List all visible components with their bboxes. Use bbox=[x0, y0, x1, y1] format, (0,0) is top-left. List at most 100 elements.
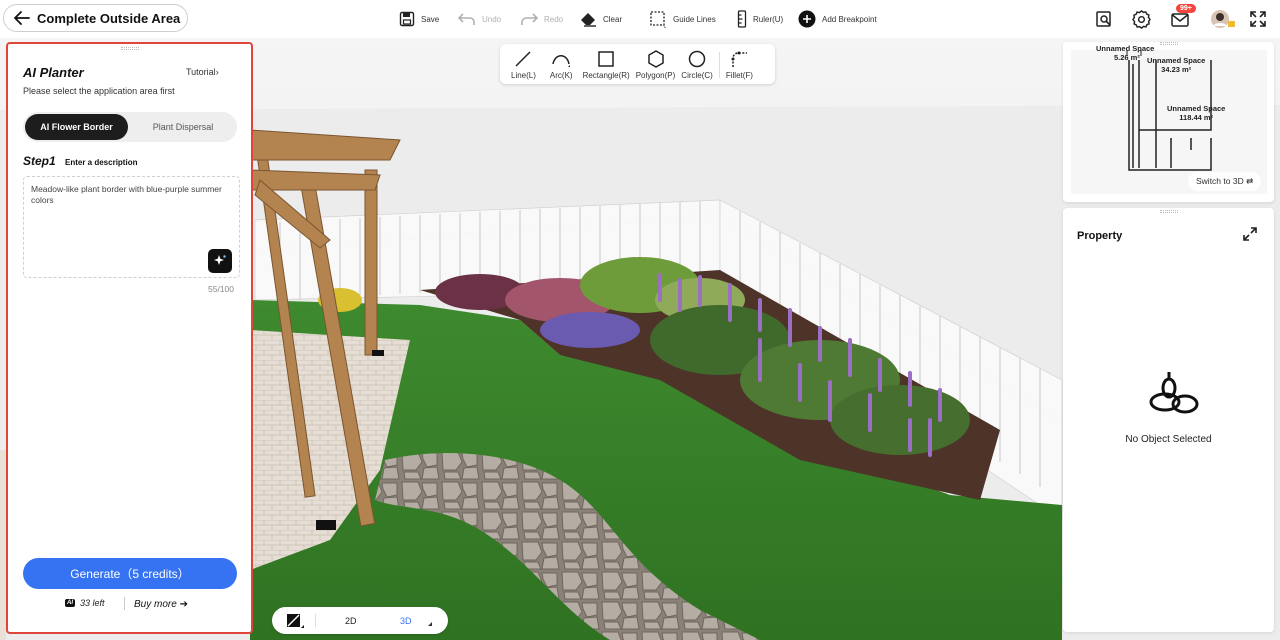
avatar-icon bbox=[1211, 10, 1235, 28]
property-title: Property bbox=[1077, 230, 1123, 242]
mail-icon bbox=[1171, 12, 1189, 27]
render-style-button[interactable] bbox=[286, 613, 304, 631]
add-circle-icon bbox=[798, 10, 816, 28]
minimap-grip[interactable] bbox=[1159, 42, 1178, 45]
space-label-1: Unnamed Space 5.26 m² bbox=[1096, 44, 1154, 62]
save-button[interactable]: Save bbox=[399, 9, 439, 29]
space-label-3: Unnamed Space 118.44 m² bbox=[1167, 104, 1225, 122]
rectangle-icon bbox=[598, 51, 614, 67]
panel-title: AI Planter bbox=[23, 65, 84, 80]
empty-state-illustration bbox=[1143, 366, 1203, 431]
line-tool-label: Line(L) bbox=[511, 71, 536, 80]
mode-toggle: AI Flower Border Plant Dispersal bbox=[23, 112, 237, 142]
credits-divider bbox=[124, 597, 125, 610]
guide-lines-button[interactable]: Guide Lines bbox=[649, 9, 716, 29]
expand-panel-button[interactable] bbox=[1243, 227, 1257, 246]
chevron-right-icon: › bbox=[215, 67, 219, 77]
view-divider bbox=[315, 614, 316, 627]
gear-icon bbox=[1131, 9, 1151, 29]
tutorial-label: Tutorial bbox=[186, 67, 216, 77]
settings-button[interactable] bbox=[1130, 8, 1152, 30]
expand-arrows-icon bbox=[1243, 227, 1257, 241]
arc-icon bbox=[552, 55, 571, 67]
circle-tool[interactable]: Circle(C) bbox=[681, 49, 713, 80]
undo-button[interactable]: Undo bbox=[458, 9, 501, 29]
search-report-button[interactable] bbox=[1093, 8, 1115, 30]
redo-icon bbox=[521, 13, 538, 25]
line-icon bbox=[515, 51, 531, 67]
plant-dispersal-tab[interactable]: Plant Dispersal bbox=[131, 114, 235, 140]
space-name-2: Unnamed Space bbox=[1147, 56, 1206, 65]
ai-credits-logo: AI bbox=[65, 599, 75, 607]
description-text: Meadow-like plant border with blue-purpl… bbox=[31, 184, 222, 205]
view-3d-button[interactable]: 3D bbox=[400, 616, 412, 626]
render-style-icon bbox=[287, 614, 304, 628]
guide-lines-icon bbox=[650, 11, 666, 28]
rectangle-tool[interactable]: Rectangle(R) bbox=[583, 49, 630, 80]
polygon-icon bbox=[647, 50, 664, 68]
notification-badge: 99+ bbox=[1176, 4, 1196, 13]
top-toolbar: Complete Outside Area Save Undo Redo Cle… bbox=[0, 0, 1280, 38]
space-area-2: 34.23 m² bbox=[1161, 65, 1192, 74]
property-panel: Property No Object Selected bbox=[1063, 208, 1274, 632]
credits-left-text: 33 left bbox=[80, 598, 105, 608]
redo-label: Redo bbox=[544, 14, 564, 24]
view-3d-dropdown-icon[interactable] bbox=[428, 622, 432, 626]
fullscreen-button[interactable] bbox=[1247, 8, 1269, 30]
panel-subtitle: Please select the application area first bbox=[23, 86, 175, 96]
redo-button[interactable]: Redo bbox=[520, 9, 563, 29]
fillet-tool[interactable]: Fillet(F) bbox=[726, 49, 753, 80]
line-tool[interactable]: Line(L) bbox=[511, 49, 536, 80]
ai-enhance-button[interactable] bbox=[208, 249, 232, 273]
rectangle-tool-label: Rectangle(R) bbox=[582, 71, 630, 80]
clear-label: Clear bbox=[603, 14, 623, 24]
expand-icon bbox=[1250, 11, 1266, 27]
buy-more-link[interactable]: Buy more ➔ bbox=[134, 599, 188, 610]
undo-icon bbox=[458, 13, 475, 25]
ruler-button[interactable]: Ruler(U) bbox=[737, 9, 783, 29]
space-name-3: Unnamed Space bbox=[1167, 104, 1226, 113]
step-label: Step1 bbox=[23, 154, 56, 168]
fillet-tool-label: Fillet(F) bbox=[725, 71, 753, 80]
space-name-1: Unnamed Space bbox=[1096, 44, 1155, 53]
save-icon bbox=[399, 11, 415, 27]
clear-button[interactable]: Clear bbox=[580, 9, 622, 29]
back-button-label: Complete Outside Area bbox=[37, 10, 181, 26]
arc-tool-label: Arc(K) bbox=[549, 71, 573, 80]
view-2d-button[interactable]: 2D bbox=[345, 616, 357, 626]
switch-to-3d-button[interactable]: Switch to 3D ⇄ bbox=[1188, 172, 1262, 191]
guide-lines-label: Guide Lines bbox=[673, 14, 716, 24]
floorplan-minimap[interactable]: Unnamed Space 5.26 m² Unnamed Space 34.23 … bbox=[1063, 42, 1274, 202]
switch-to-3d-label: Switch to 3D bbox=[1196, 176, 1244, 186]
arrow-right-icon: ➔ bbox=[179, 599, 188, 610]
ruler-icon bbox=[737, 10, 747, 28]
add-breakpoint-button[interactable]: Add Breakpoint bbox=[798, 9, 877, 29]
circle-icon bbox=[688, 50, 706, 68]
panel-grip[interactable] bbox=[120, 47, 139, 50]
ai-flower-border-tab[interactable]: AI Flower Border bbox=[25, 114, 128, 140]
credits-remaining: AI 33 left bbox=[65, 598, 105, 608]
eraser-icon bbox=[581, 12, 596, 27]
rings-icon bbox=[1149, 372, 1199, 414]
ai-planter-panel: AI Planter Tutorial› Please select the a… bbox=[6, 42, 253, 634]
tutorial-link[interactable]: Tutorial› bbox=[186, 67, 219, 77]
property-grip[interactable] bbox=[1159, 210, 1178, 213]
no-object-selected: No Object Selected bbox=[1125, 434, 1212, 445]
search-document-icon bbox=[1096, 11, 1111, 27]
character-counter: 55/100 bbox=[208, 284, 234, 294]
ruler-label: Ruler(U) bbox=[753, 14, 784, 24]
user-avatar[interactable] bbox=[1209, 8, 1237, 30]
switch-arrows-icon: ⇄ bbox=[1246, 176, 1254, 186]
fillet-icon bbox=[731, 51, 748, 67]
space-area-1: 5.26 m² bbox=[1114, 53, 1140, 62]
back-button[interactable]: Complete Outside Area bbox=[3, 4, 188, 32]
generate-button[interactable]: Generate（5 credits） bbox=[23, 558, 237, 589]
polygon-tool[interactable]: Polygon(P) bbox=[636, 49, 675, 80]
minimap-canvas[interactable]: Unnamed Space 5.26 m² Unnamed Space 34.23 … bbox=[1071, 44, 1267, 194]
space-area-3: 118.44 m² bbox=[1179, 113, 1214, 122]
circle-tool-label: Circle(C) bbox=[681, 71, 713, 80]
arc-tool[interactable]: Arc(K) bbox=[550, 49, 573, 80]
space-label-2: Unnamed Space 34.23 m² bbox=[1147, 56, 1205, 74]
arrow-left-icon bbox=[14, 11, 30, 25]
step-description: Enter a description bbox=[65, 158, 138, 167]
